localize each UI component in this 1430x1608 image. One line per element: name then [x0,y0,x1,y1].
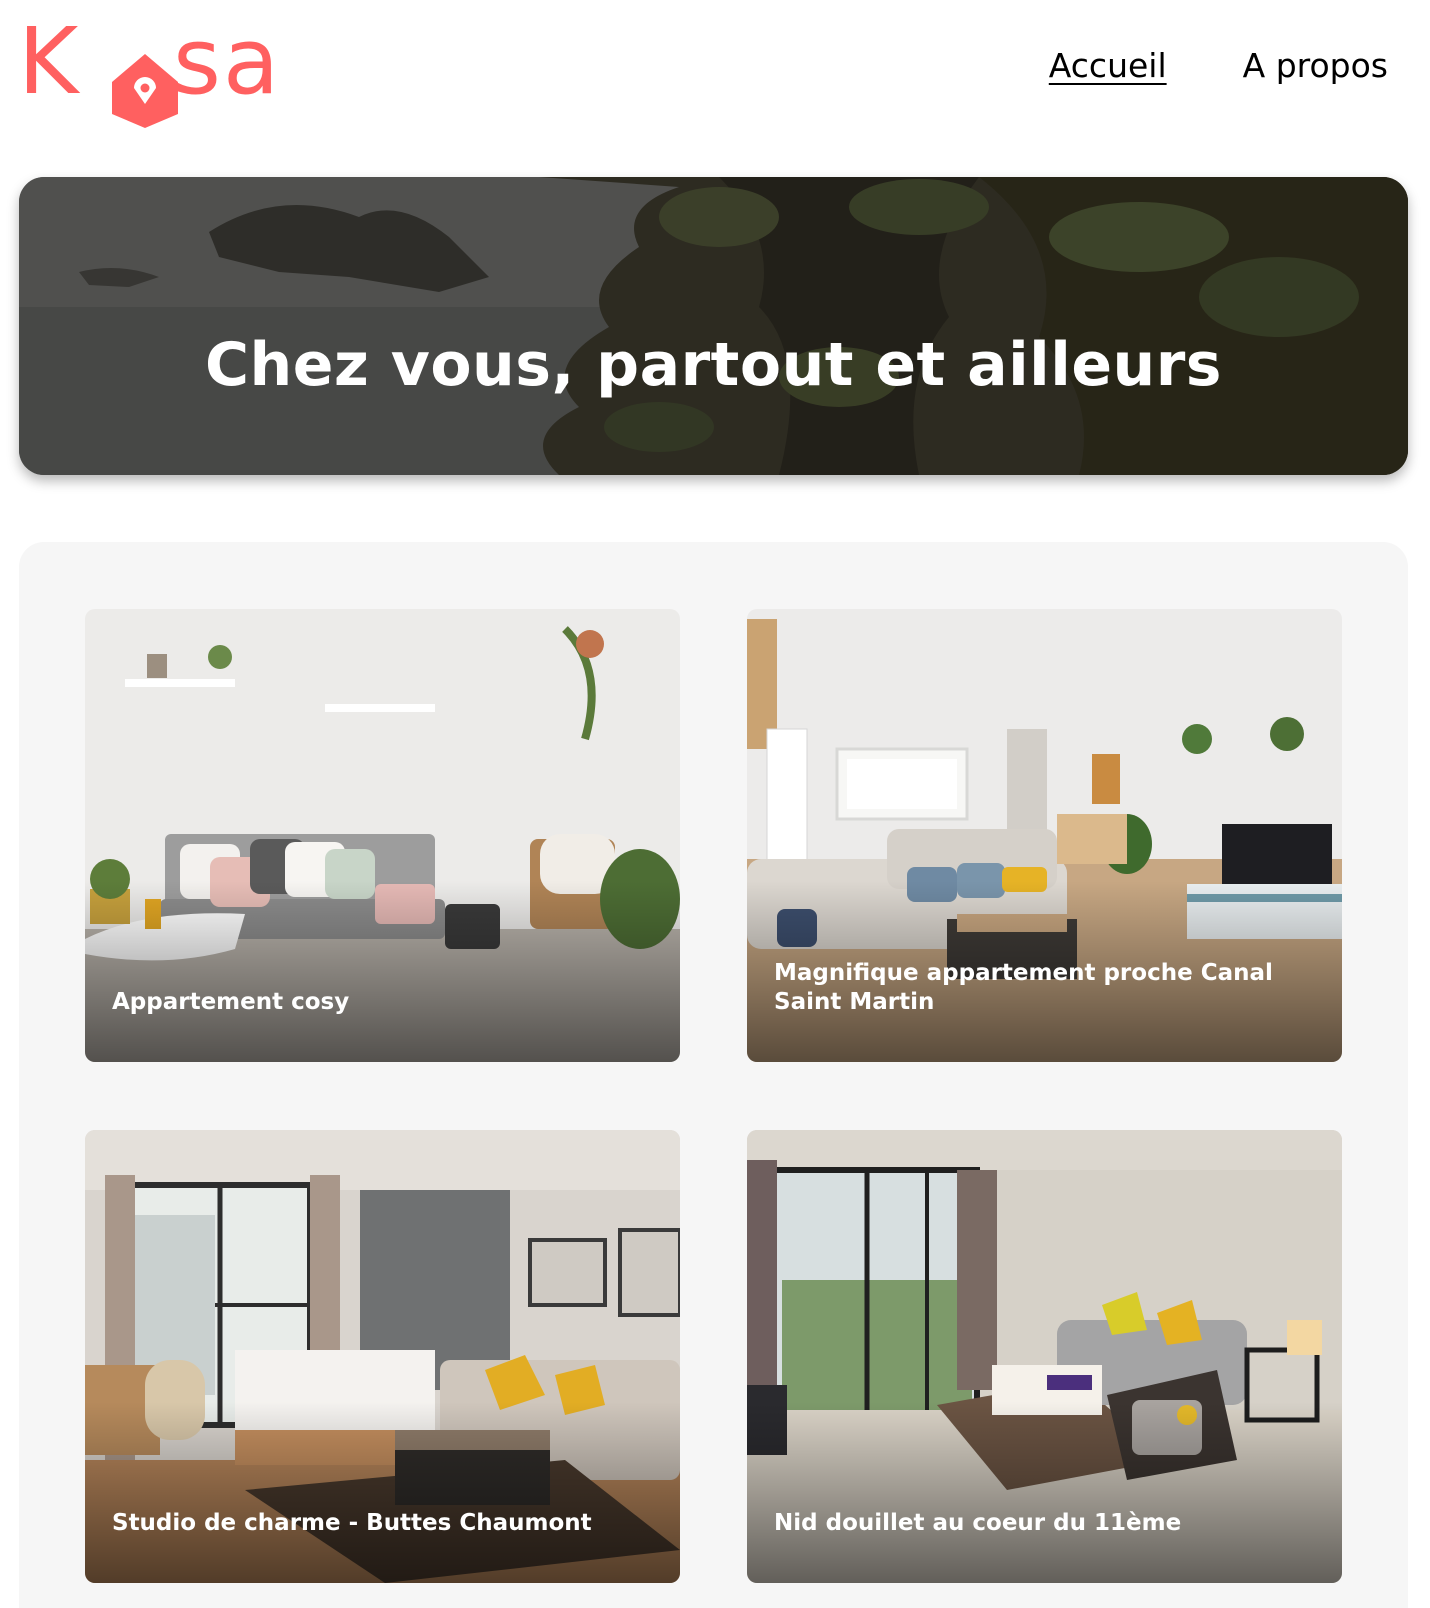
listing-card[interactable]: Nid douillet au coeur du 11ème [747,1130,1342,1583]
nav-link-about[interactable]: A propos [1243,44,1388,88]
logo-letters-sa: sa [173,8,282,115]
listing-title: Nid douillet au coeur du 11ème [774,1509,1182,1536]
logo-letter-k: K [18,8,81,115]
listing-title: Studio de charme - Buttes Chaumont [112,1509,592,1536]
listing-title: Magnifique appartement proche Canal Sain… [774,959,1273,1015]
main-nav: Accueil A propos [1049,44,1388,88]
page: K sa Accueil A propos Chez vous, partout… [0,0,1430,1608]
listing-title: Appartement cosy [112,988,350,1015]
kasa-logo[interactable]: K sa [18,12,308,128]
listings-gallery: Appartement cosy Magnifique appartement … [19,542,1408,1608]
house-icon [112,54,178,128]
listing-card[interactable]: Appartement cosy [85,609,680,1062]
hero-banner: Chez vous, partout et ailleurs [19,177,1408,475]
header: K sa Accueil A propos [0,0,1430,130]
listing-card[interactable]: Magnifique appartement proche Canal Sain… [747,609,1342,1062]
banner-title: Chez vous, partout et ailleurs [204,330,1223,401]
nav-link-home[interactable]: Accueil [1049,44,1167,88]
listing-card[interactable]: Studio de charme - Buttes Chaumont [85,1130,680,1583]
